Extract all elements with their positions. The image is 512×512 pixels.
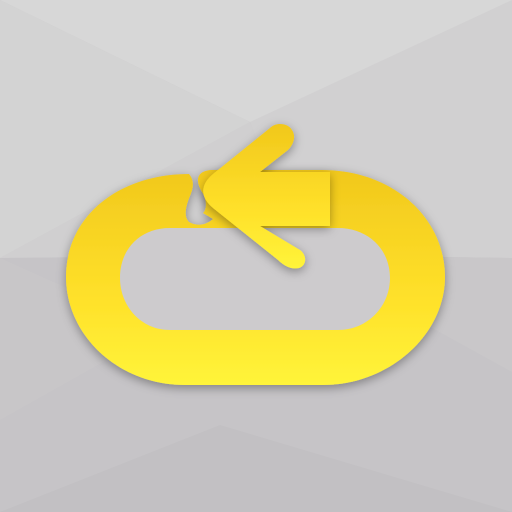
app-icon-tile	[0, 0, 512, 512]
loop-arrow-icon[interactable]	[0, 0, 512, 512]
